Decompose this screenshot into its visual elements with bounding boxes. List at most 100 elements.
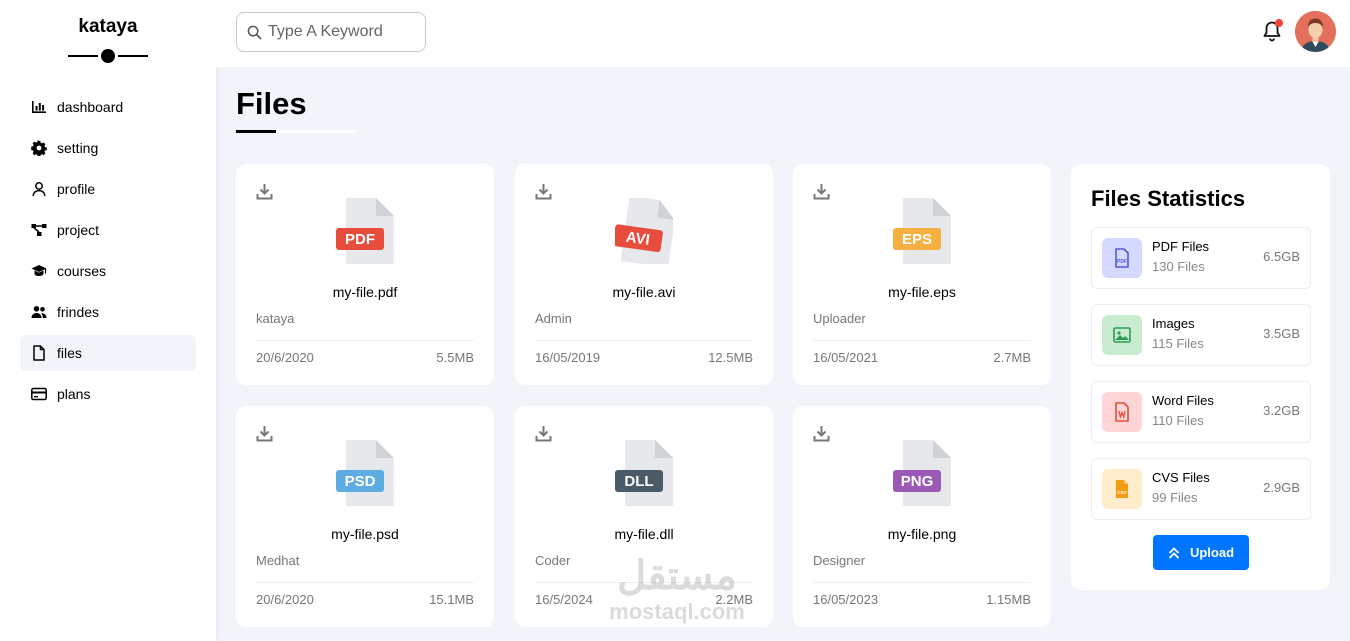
file-owner: Designer [813,553,866,568]
file-pdf-icon: PDF [336,198,394,264]
download-icon[interactable] [813,183,830,200]
file-date: 20/6/2020 [256,592,314,607]
sidebar-item-project[interactable]: project [20,212,196,248]
sidebar-item-label: dashboard [57,99,124,115]
svg-text:PNG: PNG [901,473,934,490]
sidebar-item-courses[interactable]: courses [20,253,196,289]
brand-name: kataya [78,16,138,37]
top-header [216,0,1350,67]
stats-title: Files Statistics [1091,186,1246,211]
file-owner: kataya [256,311,295,326]
svg-text:DLL: DLL [624,473,653,490]
file-size: 1.15MB [986,592,1031,607]
notification-badge [1275,19,1283,27]
file-dll-icon: DLL [615,440,673,506]
stat-count: 130 Files [1152,259,1205,274]
file-name[interactable]: my-file.png [793,526,1051,542]
sidebar-item-files[interactable]: files [20,335,196,371]
sidebar-item-setting[interactable]: setting [20,130,196,166]
file-card: PNG my-file.png Designer 16/05/2023 1.15… [793,406,1051,627]
search-box[interactable] [236,12,426,52]
file-name[interactable]: my-file.dll [515,526,773,542]
sidebar-item-plans[interactable]: plans [20,376,196,412]
credit-card-icon [31,386,47,402]
divider [813,340,1031,341]
file-size: 15.1MB [429,592,474,607]
file-name[interactable]: my-file.avi [515,284,773,300]
stat-item: PDF PDF Files 130 Files 6.5GB [1091,227,1311,289]
file-date: 16/05/2019 [535,350,601,365]
sidebar-item-label: plans [57,386,91,402]
file-card: PSD my-file.psd Medhat 20/6/2020 15.1MB [236,406,494,627]
sidebar-item-label: files [57,345,82,361]
svg-text:EPS: EPS [902,231,932,248]
file-card: AVI my-file.avi Admin 16/05/2019 12.5MB [515,164,773,385]
divider [535,340,753,341]
divider [535,582,753,583]
stat-count: 115 Files [1152,336,1204,351]
sidebar-item-label: project [57,222,100,238]
stat-name: CVS Files [1152,470,1210,485]
page-title: Files [236,86,307,121]
upload-label: Upload [1189,545,1235,560]
file-date: 16/5/2024 [535,592,593,607]
stat-item: CSV CVS Files 99 Files 2.9GB [1091,458,1311,520]
divider [813,582,1031,583]
users-icon [31,304,47,320]
stat-size: 3.2GB [1263,403,1300,418]
download-icon[interactable] [535,425,552,442]
file-date: 16/05/2021 [813,350,879,365]
download-icon[interactable] [256,183,273,200]
user-icon [31,181,47,197]
file-date: 16/05/2023 [813,592,879,607]
stat-size: 2.9GB [1263,480,1300,495]
file-name[interactable]: my-file.pdf [236,284,494,300]
notification-button[interactable] [1261,19,1283,42]
stat-size: 6.5GB [1263,249,1300,264]
file-png-icon: PNG [893,440,951,506]
file-video-icon: AVI [615,198,673,264]
stat-count: 110 Files [1152,413,1204,428]
file-csv-icon: CSV [1102,469,1142,509]
files-statistics-panel: Files Statistics PDF PDF Files 130 Files… [1071,164,1330,590]
file-psd-icon: PSD [336,440,394,506]
download-icon[interactable] [256,425,273,442]
file-icon [31,345,47,361]
search-icon [247,25,262,40]
upload-button[interactable]: Upload [1153,535,1249,570]
sidebar-item-profile[interactable]: profile [20,171,196,207]
download-icon[interactable] [535,183,552,200]
file-size: 5.5MB [436,350,474,365]
sidebar-item-label: courses [57,263,107,279]
stat-size: 3.5GB [1263,326,1300,341]
svg-text:PDF: PDF [1117,259,1127,265]
sidebar-item-label: setting [57,140,99,156]
title-underline [236,130,356,133]
file-owner: Admin [535,311,572,326]
stat-name: Images [1152,316,1195,331]
svg-text:AVI: AVI [625,229,651,249]
file-size: 2.2MB [715,592,753,607]
sidebar-nav: dashboard setting profile project course… [20,89,196,417]
svg-text:PDF: PDF [345,231,375,248]
file-word-icon [1102,392,1142,432]
brand-mark [68,49,148,63]
file-size: 2.7MB [993,350,1031,365]
stat-item: Word Files 110 Files 3.2GB [1091,381,1311,443]
file-card: PDF my-file.pdf kataya 20/6/2020 5.5MB [236,164,494,385]
file-owner: Coder [535,553,571,568]
download-icon[interactable] [813,425,830,442]
stat-count: 99 Files [1152,490,1198,505]
search-input[interactable] [268,23,418,41]
sidebar-item-frindes[interactable]: frindes [20,294,196,330]
svg-text:CSV: CSV [1117,490,1126,495]
chevron-up-icon [1168,546,1180,559]
sidebar-item-label: frindes [57,304,100,320]
file-name[interactable]: my-file.eps [793,284,1051,300]
avatar[interactable] [1295,11,1336,52]
file-card: DLL my-file.dll Coder 16/5/2024 2.2MB [515,406,773,627]
sidebar-item-dashboard[interactable]: dashboard [20,89,196,125]
stat-item: Images 115 Files 3.5GB [1091,304,1311,366]
gear-icon [31,140,47,156]
file-name[interactable]: my-file.psd [236,526,494,542]
